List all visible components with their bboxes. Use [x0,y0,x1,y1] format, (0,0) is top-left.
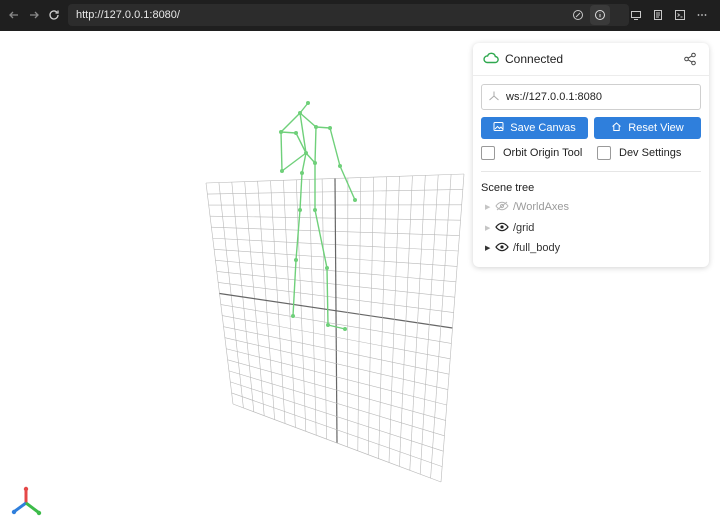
reset-view-label: Reset View [628,122,684,134]
url-text: http://127.0.0.1:8080/ [76,9,180,21]
save-canvas-label: Save Canvas [510,122,576,134]
skeleton-joint [298,111,302,115]
control-panel: Connected Save Canvas Reset View [473,43,709,267]
websocket-url-field[interactable] [481,84,701,110]
eye-icon[interactable] [495,222,509,235]
caret-right-icon[interactable]: ▶ [485,244,495,252]
skeleton-joint [304,151,308,155]
skeleton-bone [315,126,331,129]
browser-toolbar: http://127.0.0.1:8080/ [0,0,720,31]
skeleton-joint [343,327,347,331]
forward-arrow-icon[interactable] [24,5,44,25]
tree-item-label: /grid [513,222,535,234]
skeleton-bone [339,165,356,201]
home-icon [611,121,622,135]
axes-icon [488,90,500,105]
eye-off-icon[interactable] [495,201,509,214]
reload-icon[interactable] [44,5,64,25]
address-bar[interactable]: http://127.0.0.1:8080/ [68,4,629,26]
orbit-origin-option[interactable]: Orbit Origin Tool [481,146,582,160]
tree-item-label: /full_body [513,242,561,254]
skeleton-joint [294,131,298,135]
slash-circle-icon[interactable] [568,5,588,25]
orbit-origin-label: Orbit Origin Tool [503,147,583,159]
skeleton-bone [280,131,297,134]
caret-right-icon[interactable]: ▶ [485,203,495,211]
skeleton-bone [326,267,329,326]
tree-item-grid[interactable]: ▶ /grid [485,220,534,236]
tree-item-worldaxes[interactable]: ▶ /WorldAxes [485,199,569,215]
skeleton-joint [291,314,295,318]
connection-status: Connected [505,52,564,66]
3d-viewport[interactable]: Connected Save Canvas Reset View [0,31,720,528]
caret-right-icon[interactable]: ▶ [485,224,495,232]
skeleton-joint [298,208,302,212]
skeleton-joint [353,198,357,202]
skeleton-joint [313,161,317,165]
image-icon [493,121,504,135]
reader-icon[interactable] [648,5,668,25]
panel-header: Connected [473,43,709,76]
orbit-origin-checkbox[interactable] [481,146,495,160]
skeleton-bone [314,126,317,164]
panel-divider [481,171,701,172]
more-icon[interactable] [692,5,712,25]
skeleton-figure [279,101,357,331]
skeleton-joint [314,125,318,129]
skeleton-bone [292,259,297,317]
tree-item-label: /WorldAxes [513,201,570,213]
dev-settings-checkbox[interactable] [597,146,611,160]
skeleton-joint [279,130,283,134]
skeleton-bone [329,127,341,167]
skeleton-joint [294,258,298,262]
skeleton-bone [314,209,328,269]
skeleton-joint [325,266,329,270]
dev-settings-label: Dev Settings [619,147,682,159]
skeleton-bone [280,112,301,133]
dev-settings-option[interactable]: Dev Settings [597,146,681,160]
cloud-icon [483,52,499,67]
reset-view-button[interactable]: Reset View [594,117,701,139]
info-icon[interactable] [590,5,610,25]
cast-icon[interactable] [626,5,646,25]
skeleton-joint [338,164,342,168]
toolbar-icons [568,4,712,26]
world-axes-gizmo [11,486,42,516]
save-canvas-button[interactable]: Save Canvas [481,117,588,139]
websocket-url-input[interactable] [506,91,686,103]
skeleton-joint [306,101,310,105]
scene-tree-title: Scene tree [481,182,535,194]
skeleton-joint [280,169,284,173]
skeleton-joint [326,323,330,327]
skeleton-bone [280,131,283,172]
grid-plane [205,173,465,483]
tree-item-full-body[interactable]: ▶ /full_body [485,240,560,256]
back-arrow-icon[interactable] [4,5,24,25]
skeleton-bone [299,172,303,211]
skeleton-bone [305,152,316,164]
eye-icon[interactable] [495,242,509,255]
skeleton-joint [313,208,317,212]
skeleton-joint [300,171,304,175]
share-icon[interactable] [683,52,697,66]
terminal-icon[interactable] [670,5,690,25]
skeleton-joint [328,126,332,130]
